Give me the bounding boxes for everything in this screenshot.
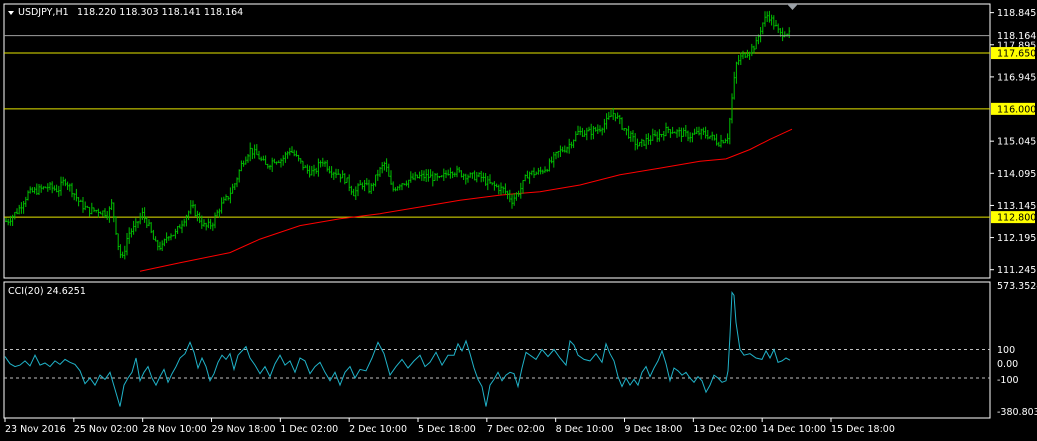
time-tick-label: 2 Dec 10:00 (349, 424, 407, 435)
chart-canvas: USDJPY,H1 118.220 118.303 118.141 118.16… (0, 0, 1037, 441)
level-price-label: 112.800 (997, 213, 1036, 224)
time-tick-label: 7 Dec 02:00 (487, 424, 545, 435)
current-price-label: 118.164 (997, 31, 1036, 42)
cci-title: CCI(20) 24.6251 (8, 286, 86, 297)
level-price-label: 116.000 (997, 104, 1036, 115)
cci-tick-label: 100 (997, 345, 1015, 356)
time-tick-label: 1 Dec 02:00 (280, 424, 338, 435)
cci-tick-label: -100 (997, 375, 1019, 386)
time-tick-label: 13 Dec 02:00 (693, 424, 757, 435)
time-tick-label: 8 Dec 10:00 (556, 424, 614, 435)
quote-values: 118.220 118.303 118.141 118.164 (77, 7, 243, 18)
time-tick-label: 25 Nov 02:00 (74, 424, 138, 435)
price-tick-label: 112.195 (997, 233, 1036, 244)
time-tick-label: 9 Dec 18:00 (625, 424, 683, 435)
time-tick-label: 14 Dec 10:00 (762, 424, 826, 435)
price-tick-label: 118.845 (997, 8, 1036, 19)
cci-tick-label: 573.3524 (997, 281, 1037, 292)
time-tick-label: 23 Nov 2016 (5, 424, 66, 435)
level-price-label: 117.650 (997, 49, 1036, 60)
price-axis[interactable]: 118.845117.895116.945115.045114.095113.1… (990, 8, 1036, 276)
time-tick-label: 15 Dec 18:00 (831, 424, 895, 435)
symbol-label: USDJPY,H1 (18, 7, 69, 18)
price-tick-label: 114.095 (997, 169, 1036, 180)
price-tick-label: 115.045 (997, 137, 1036, 148)
cci-tick-label: 0.00 (997, 359, 1018, 370)
time-tick-label: 28 Nov 10:00 (143, 424, 207, 435)
price-tick-label: 111.245 (997, 265, 1036, 276)
time-tick-label: 5 Dec 18:00 (418, 424, 476, 435)
price-tick-label: 113.145 (997, 201, 1036, 212)
chart-background (0, 0, 1037, 441)
cci-tick-label: -380.8039 (997, 407, 1037, 418)
time-tick-label: 29 Nov 18:00 (212, 424, 276, 435)
price-tick-label: 116.945 (997, 72, 1036, 83)
